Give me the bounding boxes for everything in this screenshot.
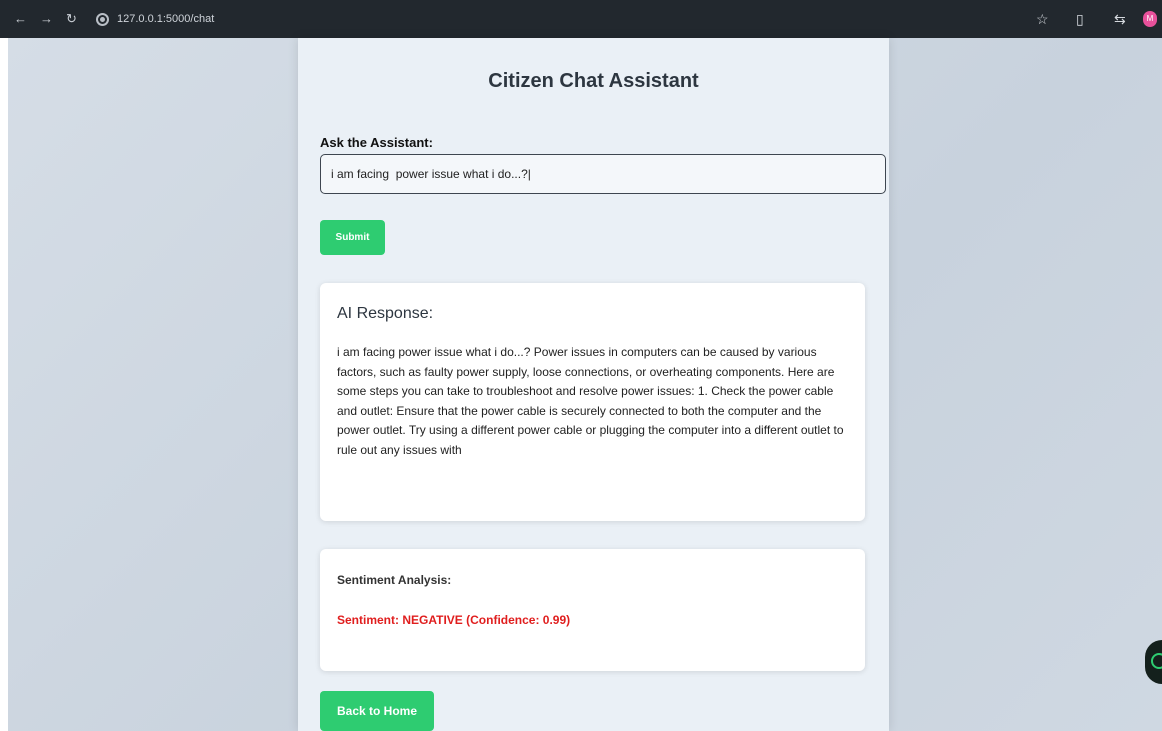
profile-avatar[interactable]: M	[1143, 11, 1157, 27]
reload-icon[interactable]: ↻	[66, 9, 77, 29]
bookmark-star-icon[interactable]: ☆	[1036, 9, 1049, 29]
address-bar[interactable]: 127.0.0.1:5000/chat	[96, 9, 214, 29]
side-panel-icon[interactable]: ▯	[1076, 9, 1084, 29]
sentiment-heading: Sentiment Analysis:	[337, 573, 452, 587]
browser-toolbar: ← → ↻ 127.0.0.1:5000/chat ☆ ▯ ⇆ M	[0, 0, 1162, 38]
sentiment-result: Sentiment: NEGATIVE (Confidence: 0.99)	[337, 613, 571, 627]
forward-icon[interactable]: →	[40, 9, 53, 29]
chat-container: Citizen Chat Assistant Ask the Assistant…	[298, 38, 889, 731]
chat-bubble-icon	[1151, 653, 1162, 669]
sentiment-card: Sentiment Analysis: Sentiment: NEGATIVE …	[320, 549, 865, 671]
floating-chat-widget[interactable]	[1145, 640, 1162, 684]
response-heading: AI Response:	[337, 305, 434, 322]
extension-icon[interactable]: ⇆	[1114, 9, 1126, 29]
back-icon[interactable]: ←	[14, 9, 27, 29]
address-text: 127.0.0.1:5000/chat	[117, 13, 215, 25]
ask-label: Ask the Assistant:	[320, 135, 433, 150]
query-input[interactable]	[320, 154, 886, 194]
page-title: Citizen Chat Assistant	[488, 70, 699, 92]
site-info-icon[interactable]	[96, 12, 109, 26]
back-to-home-button[interactable]: Back to Home	[320, 691, 434, 731]
submit-button[interactable]: Submit	[320, 220, 385, 255]
ai-response-card: AI Response: i am facing power issue wha…	[320, 283, 865, 521]
response-text: i am facing power issue what i do...? Po…	[337, 345, 844, 457]
